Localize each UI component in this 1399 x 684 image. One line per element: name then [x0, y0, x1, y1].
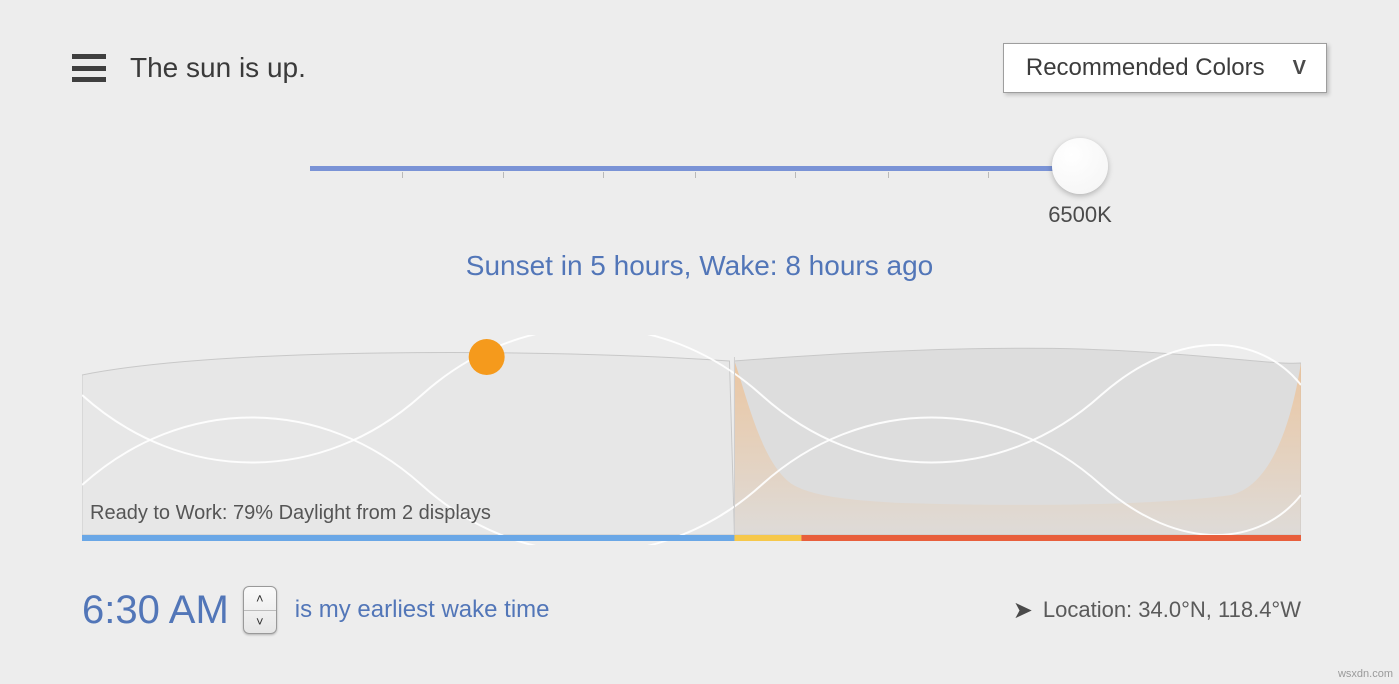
page-title: The sun is up.: [130, 52, 306, 84]
ready-to-work-label: Ready to Work: 79% Daylight from 2 displ…: [90, 502, 491, 525]
slider-tick: [603, 172, 604, 178]
location-display[interactable]: ➤ Location: 34.0°N, 118.4°W: [1013, 596, 1301, 625]
slider-value-label: 6500K: [1030, 202, 1130, 228]
slider-track: [310, 166, 1080, 171]
timeline-sunset-segment: [734, 535, 801, 541]
bottom-row: 6:30 AM ˄ ˅ is my earliest wake time ➤ L…: [82, 580, 1301, 640]
location-arrow-icon: ➤: [1013, 596, 1033, 625]
wake-time-stepper[interactable]: ˄ ˅: [243, 586, 277, 634]
header-bar: The sun is up. Recommended Colors V: [72, 42, 1327, 94]
slider-tick: [988, 172, 989, 178]
slider-thumb[interactable]: [1052, 138, 1108, 194]
menu-icon[interactable]: [72, 54, 106, 82]
timeline-night-segment: [801, 535, 1301, 541]
slider-tick: [888, 172, 889, 178]
timeline-day-segment: [82, 535, 734, 541]
color-temperature-slider[interactable]: 6500K: [310, 158, 1080, 228]
slider-tick: [795, 172, 796, 178]
sun-marker-icon: [469, 339, 505, 375]
color-mode-dropdown[interactable]: Recommended Colors V: [1003, 43, 1327, 93]
chevron-down-icon: V: [1293, 57, 1304, 80]
slider-tick: [503, 172, 504, 178]
location-text: Location: 34.0°N, 118.4°W: [1043, 597, 1301, 623]
wake-time-value: 6:30 AM: [82, 588, 229, 633]
color-mode-label: Recommended Colors: [1026, 54, 1265, 82]
wake-time-caption: is my earliest wake time: [295, 596, 550, 624]
slider-tick: [402, 172, 403, 178]
stepper-up-icon[interactable]: ˄: [244, 587, 276, 611]
daylight-chart: Ready to Work: 79% Daylight from 2 displ…: [82, 335, 1301, 545]
sun-status-text: Sunset in 5 hours, Wake: 8 hours ago: [0, 250, 1399, 282]
watermark-text: wsxdn.com: [1338, 668, 1393, 680]
stepper-down-icon[interactable]: ˅: [244, 611, 276, 634]
slider-tick: [695, 172, 696, 178]
